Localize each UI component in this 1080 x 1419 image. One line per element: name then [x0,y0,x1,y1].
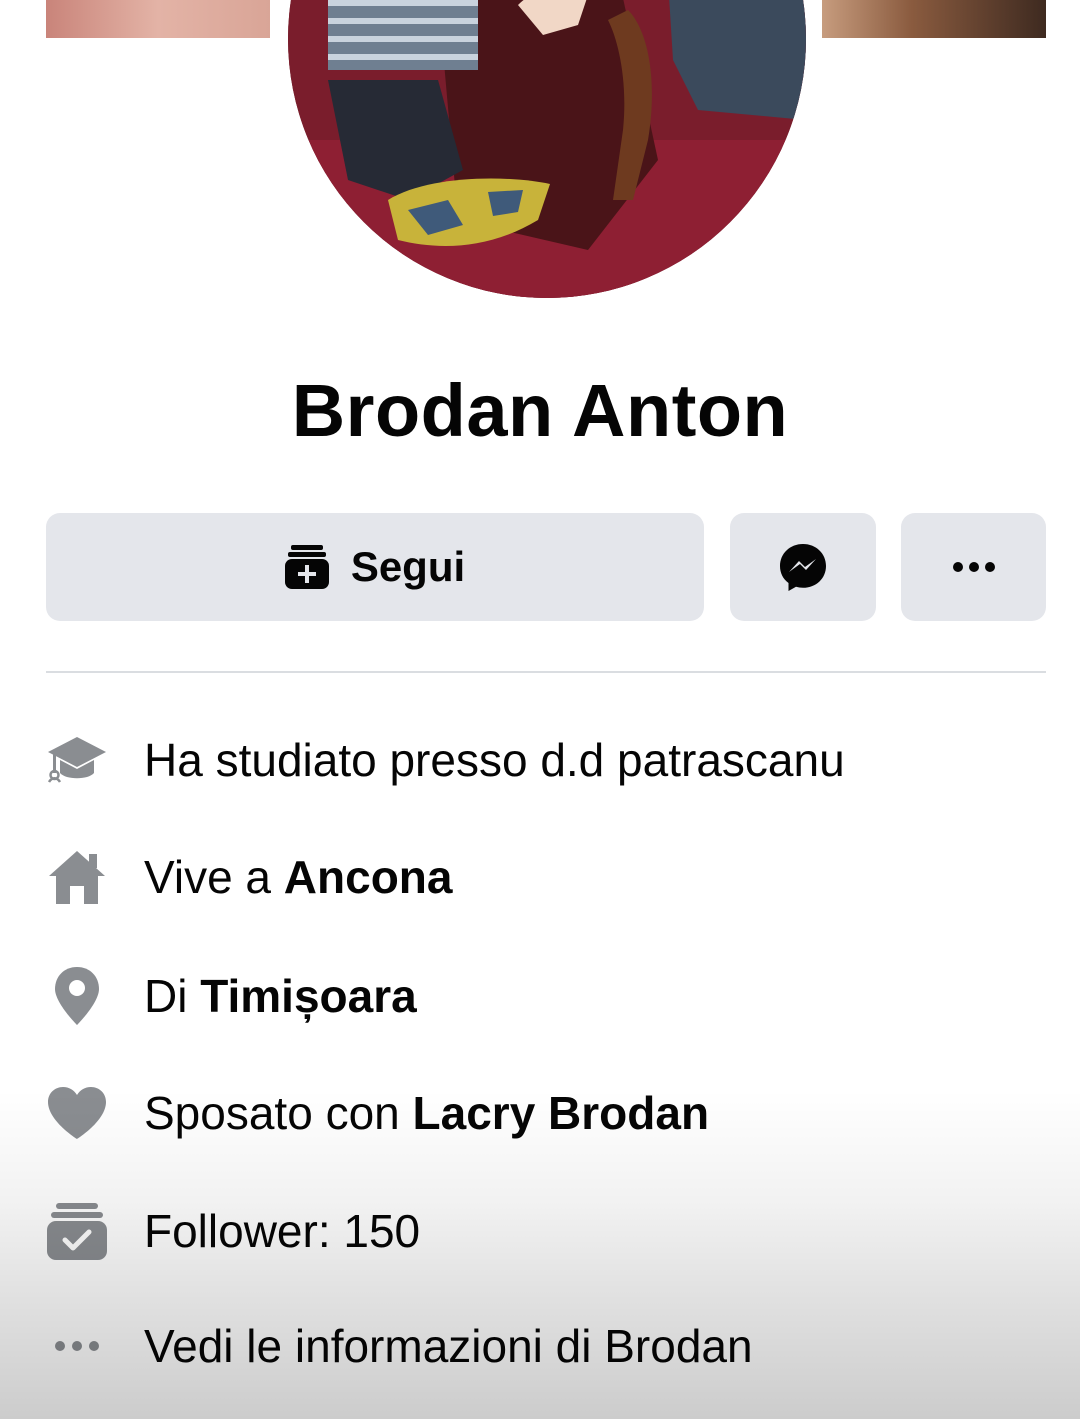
from-city-link[interactable]: Timișoara [200,970,416,1022]
messenger-icon [778,542,828,592]
intro-from: Di Timișoara [46,956,1046,1036]
graduation-cap-icon [46,729,108,791]
more-options-button[interactable] [901,513,1046,621]
see-more-text: Vedi le informazioni di Brodan [144,1320,753,1372]
more-dots-icon [46,1315,108,1377]
section-divider [46,671,1046,673]
lives-prefix: Vive a [144,851,284,903]
heart-icon [46,1082,108,1144]
intro-followers: Follower: 150 [46,1191,1046,1271]
avatar-photo [288,0,806,298]
from-prefix: Di [144,970,201,1022]
relationship-prefix: Sposato con [144,1087,413,1139]
lives-city-link[interactable]: Ancona [284,851,453,903]
profile-name: Brodan Anton [291,369,789,452]
home-icon [46,846,108,908]
cover-photo-left [46,0,270,38]
partner-link[interactable]: Lacry Brodan [413,1087,710,1139]
intro-lives-in: Vive a Ancona [46,837,1046,917]
messenger-button[interactable] [730,513,876,621]
follow-button-label: Segui [350,543,466,590]
follow-plus-icon [284,545,329,589]
intro-education: Ha studiato presso d.d patrascanu [46,720,1046,800]
cover-photo-right [822,0,1046,38]
intro-relationship: Sposato con Lacry Brodan [46,1073,1046,1153]
intro-see-more[interactable]: Vedi le informazioni di Brodan [46,1306,1046,1386]
followers-check-icon [46,1200,108,1262]
more-dots-icon [952,561,996,573]
education-text: Ha studiato presso d.d patrascanu [144,734,845,786]
location-pin-icon [46,965,108,1027]
profile-avatar[interactable] [288,0,806,298]
followers-text: Follower: 150 [144,1205,421,1257]
follow-button[interactable]: Segui [46,513,704,621]
